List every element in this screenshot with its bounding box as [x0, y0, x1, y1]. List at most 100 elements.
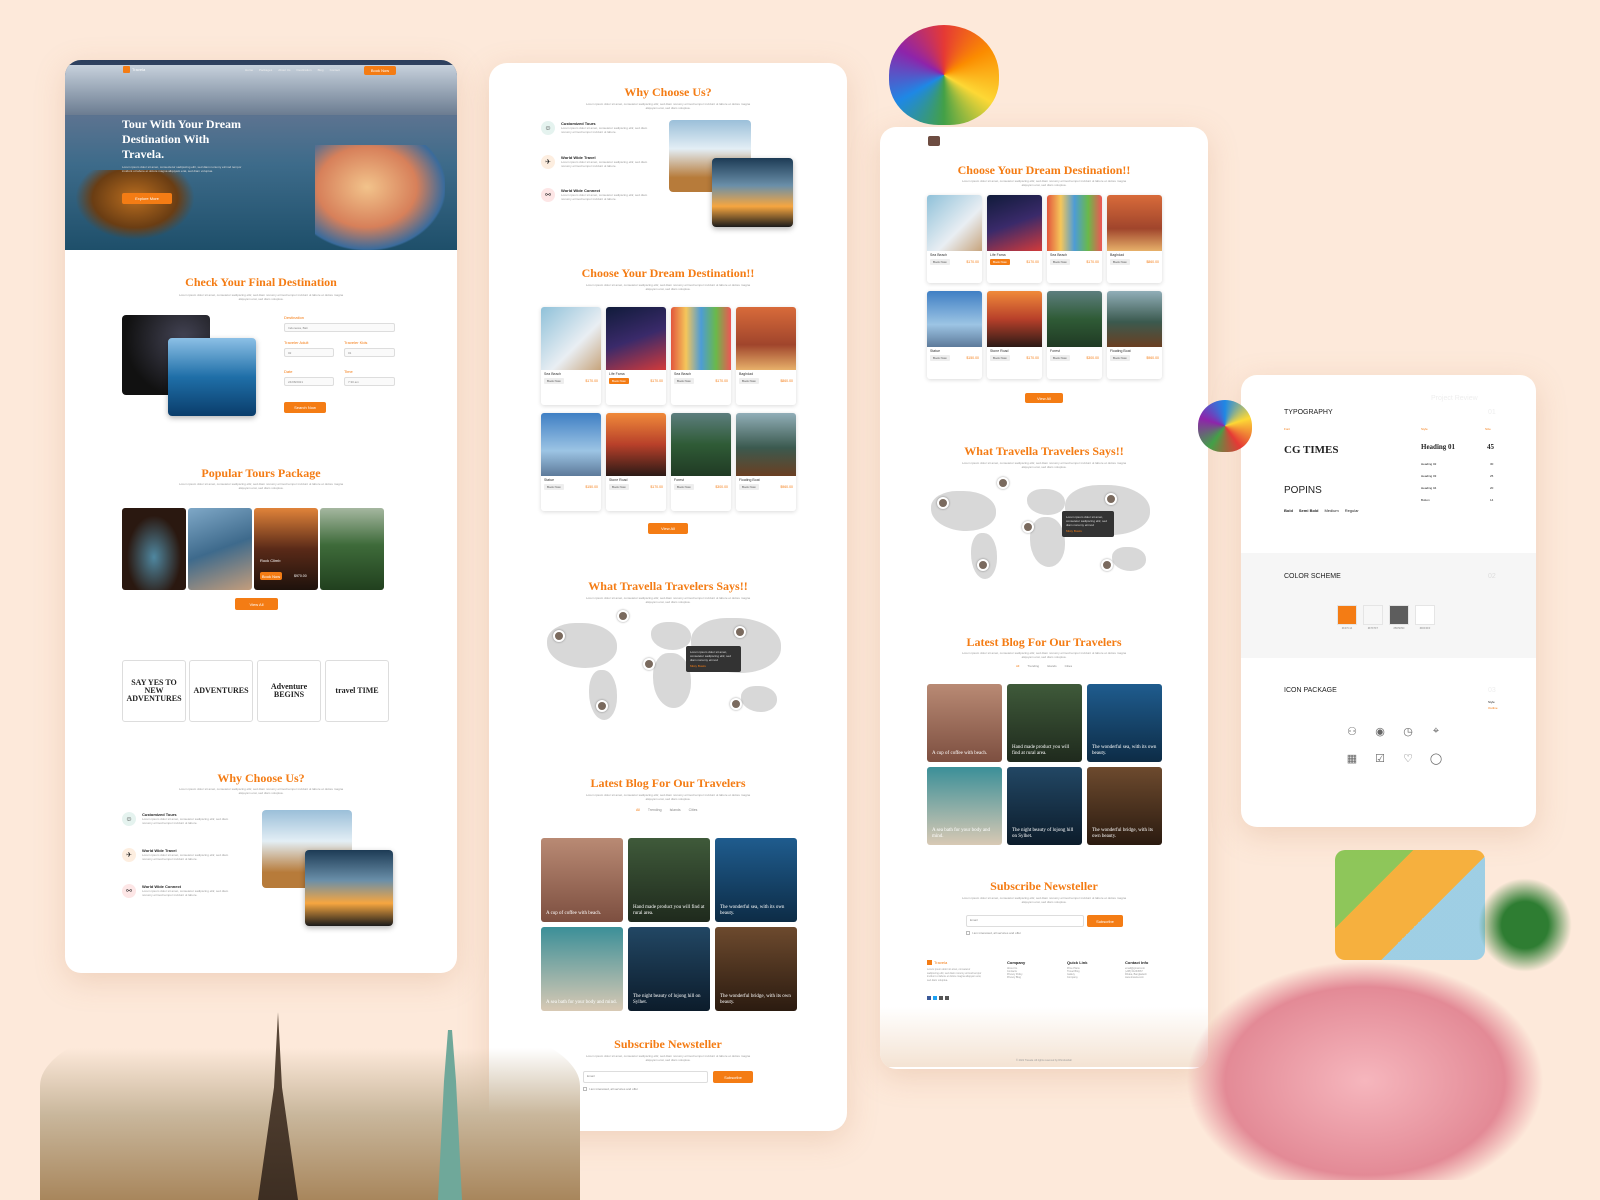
book-now-button[interactable]: Book Now: [1050, 355, 1070, 362]
adult-input[interactable]: 02: [284, 348, 334, 357]
blog-card[interactable]: Hand made product you will find at rural…: [628, 838, 710, 922]
facebook-icon[interactable]: [927, 996, 931, 1000]
destination-card[interactable]: Floating Boat Book Now $960.00: [736, 413, 796, 511]
instagram-icon[interactable]: [939, 996, 943, 1000]
nav-contact[interactable]: Contact: [330, 68, 340, 72]
swatch-label: #FFFFFF: [1419, 627, 1431, 630]
book-now-button[interactable]: Book Now: [674, 377, 694, 384]
subscribe-button[interactable]: Subscribe: [1087, 915, 1123, 927]
destination-select[interactable]: Indonesia, Bali: [284, 323, 395, 332]
destination-card[interactable]: Stone Road Book Now $170.00: [987, 291, 1042, 379]
destination-card[interactable]: Baghdad Book Now $860.00: [736, 307, 796, 405]
newsletter-agree[interactable]: I am interested, all services and offer: [966, 931, 1021, 935]
footer-col-quick: Quick Link Price Plans Travel Blog Galle…: [1067, 960, 1087, 979]
book-now-button[interactable]: Book Now: [739, 483, 759, 490]
view-all-tours-button[interactable]: View All: [235, 598, 278, 610]
tour-card-featured[interactable]: Rock Climb Book Now $970.00: [254, 508, 318, 590]
date-input[interactable]: 24/08/2021: [284, 377, 334, 386]
traveler-pin[interactable]: [977, 559, 989, 571]
blog-tab-all[interactable]: All: [1016, 664, 1019, 668]
blog-card[interactable]: The wonderful bridge, with its own beaut…: [1087, 767, 1162, 845]
featured-book-button[interactable]: Book Now: [260, 572, 282, 580]
nav-about[interactable]: About Us: [278, 68, 290, 72]
nav-packages[interactable]: Packages: [259, 68, 272, 72]
blog-card[interactable]: The wonderful sea, with its own beauty.: [715, 838, 797, 922]
blog-card[interactable]: The wonderful bridge, with its own beaut…: [715, 927, 797, 1011]
traveler-pin[interactable]: [997, 477, 1009, 489]
book-now-button[interactable]: Book Now: [609, 377, 629, 384]
destination-card[interactable]: Sea Beach Book Now $170.00: [541, 307, 601, 405]
book-now-button[interactable]: Book Now: [674, 483, 694, 490]
destination-card[interactable]: Forest Book Now $300.00: [671, 413, 731, 511]
destination-card[interactable]: Floating Boat Book Now $960.00: [1107, 291, 1162, 379]
book-now-button[interactable]: Book Now: [544, 377, 564, 384]
destination-card[interactable]: Sea Beach Book Now $170.00: [671, 307, 731, 405]
book-now-button[interactable]: Book Now: [609, 483, 629, 490]
destination-card[interactable]: Statue Book Now $150.00: [541, 413, 601, 511]
destination-card[interactable]: Life Fama Book Now $170.00: [606, 307, 666, 405]
view-all-destinations-button[interactable]: View All: [1025, 393, 1063, 403]
destination-card[interactable]: Sea Beach Book Now $170.00: [1047, 195, 1102, 283]
book-now-button[interactable]: Book Now: [739, 377, 759, 384]
book-now-button[interactable]: Book Now: [1110, 355, 1130, 362]
subscribe-button[interactable]: Subscribe: [713, 1071, 753, 1083]
destination-card[interactable]: Life Fama Book Now $170.00: [987, 195, 1042, 283]
book-now-button[interactable]: Book Now: [990, 355, 1010, 362]
traveler-pin[interactable]: [734, 626, 746, 638]
blog-tab-cities[interactable]: Cities: [1065, 664, 1073, 668]
agree-checkbox[interactable]: [583, 1087, 587, 1091]
blog-card[interactable]: A sea bath for your body and mind.: [927, 767, 1002, 845]
blog-card[interactable]: A sea bath for your body and mind.: [541, 927, 623, 1011]
traveler-pin[interactable]: [643, 658, 655, 670]
newsletter-email-input[interactable]: Email: [583, 1071, 708, 1083]
blog-tab-all[interactable]: All: [636, 808, 640, 812]
traveler-pin[interactable]: [1105, 493, 1117, 505]
footer-link[interactable]: Company: [1067, 976, 1087, 979]
traveler-pin[interactable]: [1022, 521, 1034, 533]
view-all-destinations-button[interactable]: View All: [648, 523, 688, 534]
kids-input[interactable]: 01: [344, 348, 395, 357]
destination-card[interactable]: Sea Beach Book Now $170.00: [927, 195, 982, 283]
blog-card[interactable]: The wonderful sea, with its own beauty.: [1087, 684, 1162, 762]
time-input[interactable]: 7:30 am: [344, 377, 395, 386]
book-now-button[interactable]: Book Now: [930, 259, 950, 266]
blog-card[interactable]: A cup of coffee with beach.: [541, 838, 623, 922]
book-now-button[interactable]: Book Now: [1110, 259, 1130, 266]
blog-card[interactable]: A cup of coffee with beach.: [927, 684, 1002, 762]
blog-tab-islands[interactable]: Islands: [670, 808, 681, 812]
blog-card[interactable]: Hand made product you will find at rural…: [1007, 684, 1082, 762]
traveler-pin[interactable]: [617, 610, 629, 622]
traveler-pin[interactable]: [1101, 559, 1113, 571]
explore-button[interactable]: Explore More: [122, 193, 172, 204]
footer-link[interactable]: Privacy Blog: [1007, 976, 1025, 979]
destination-card[interactable]: Baghdad Book Now $860.00: [1107, 195, 1162, 283]
traveler-pin[interactable]: [937, 497, 949, 509]
blog-tab-cities[interactable]: Cities: [689, 808, 698, 812]
twitter-icon[interactable]: [933, 996, 937, 1000]
blog-card[interactable]: The night beauty of lojong hill on Sylhe…: [1007, 767, 1082, 845]
traveler-pin[interactable]: [730, 698, 742, 710]
blog-card[interactable]: The night beauty of lojong hill on Sylhe…: [628, 927, 710, 1011]
youtube-icon[interactable]: [945, 996, 949, 1000]
traveler-pin[interactable]: [553, 630, 565, 642]
destination-card[interactable]: Forest Book Now $300.00: [1047, 291, 1102, 379]
destination-card[interactable]: Statue Book Now $150.00: [927, 291, 982, 379]
nav-blog[interactable]: Blog: [318, 68, 324, 72]
nav-home[interactable]: Home: [245, 68, 253, 72]
agree-checkbox[interactable]: [966, 931, 970, 935]
footer-link[interactable]: www.travela.com: [1125, 976, 1148, 979]
nav-destination[interactable]: Destination: [297, 68, 312, 72]
newsletter-email-input[interactable]: Email: [966, 915, 1084, 927]
search-button[interactable]: Search Now: [284, 402, 326, 413]
destination-card[interactable]: Stone Road Book Now $170.00: [606, 413, 666, 511]
blog-tab-islands[interactable]: Islands: [1047, 664, 1057, 668]
blog-tab-trending[interactable]: Trending: [648, 808, 662, 812]
blog-tab-trending[interactable]: Trending: [1027, 664, 1039, 668]
book-now-button[interactable]: Book Now: [990, 259, 1010, 266]
book-now-button[interactable]: Book Now: [930, 355, 950, 362]
traveler-pin[interactable]: [596, 700, 608, 712]
book-now-button[interactable]: Book Now: [544, 483, 564, 490]
nav-book-button[interactable]: Book Now: [364, 66, 396, 75]
book-now-button[interactable]: Book Now: [1050, 259, 1070, 266]
newsletter-agree[interactable]: I am interested, all services and offer: [583, 1087, 638, 1091]
